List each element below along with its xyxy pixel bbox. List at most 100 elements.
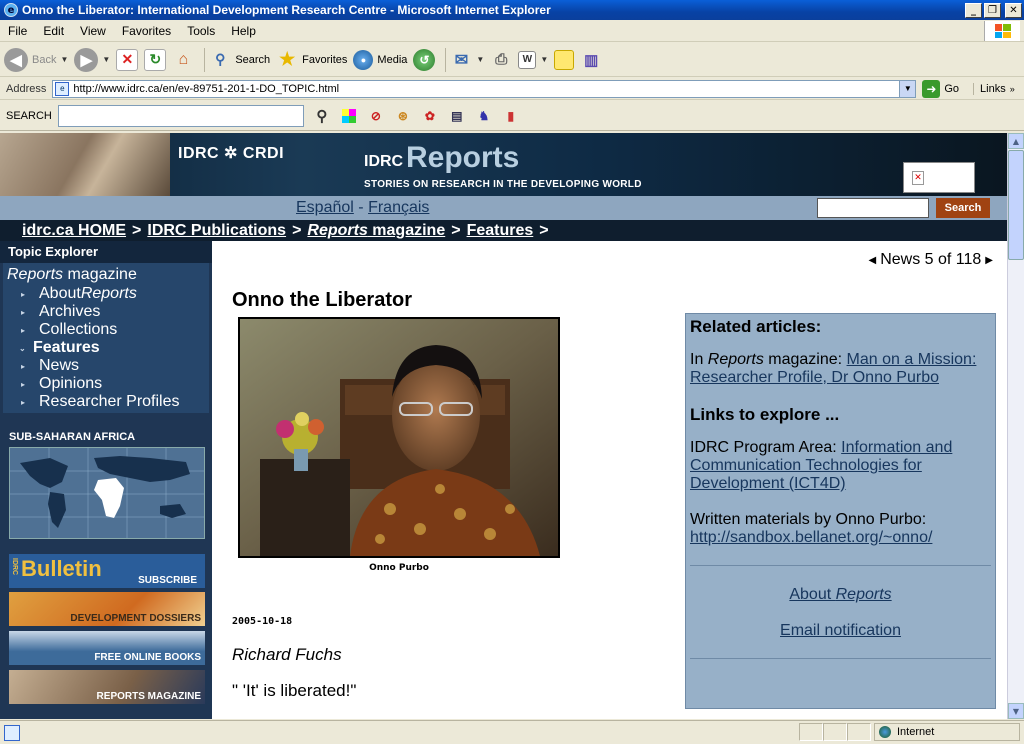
popup-blocker-icon[interactable]: ⊘: [367, 107, 385, 125]
language-bar: Español - Français Search: [0, 196, 1007, 220]
link-francais[interactable]: Français: [368, 199, 429, 216]
back-button[interactable]: ◀ Back ▼: [4, 46, 68, 74]
globe-icon: [879, 726, 891, 738]
media-button[interactable]: ● Media: [353, 46, 407, 74]
cookies-icon[interactable]: ✿: [421, 107, 439, 125]
menu-help[interactable]: Help: [223, 24, 264, 38]
home-button[interactable]: ⌂: [172, 46, 194, 74]
related-articles-box: Related articles: In Reports magazine: M…: [685, 313, 996, 709]
bullet-icon: ▸: [21, 379, 26, 389]
promo-bulletin[interactable]: IDRC Bulletin SUBSCRIBE: [9, 554, 205, 588]
scroll-thumb[interactable]: [1008, 150, 1024, 260]
promo-development-dossiers[interactable]: DEVELOPMENT DOSSIERS: [9, 592, 205, 626]
nav-item-opinions[interactable]: ▸ Opinions: [21, 375, 180, 393]
search-toolbar-input[interactable]: [57, 104, 304, 127]
address-url[interactable]: http://www.idrc.ca/en/ev-89751-201-1-DO_…: [73, 83, 899, 95]
promo-reports-magazine[interactable]: REPORTS MAGAZINE: [9, 670, 205, 704]
minimize-button[interactable]: _: [965, 2, 982, 18]
messenger-button[interactable]: ▥: [580, 46, 602, 74]
page-viewport: IDRC ✲ CRDI IDRC Reports STORIES ON RESE…: [0, 133, 1007, 719]
reports-magazine-section: Reports magazine ▸ About Reports ▸ Archive…: [3, 263, 209, 413]
note-icon: [554, 49, 575, 70]
menu-edit[interactable]: Edit: [35, 24, 72, 38]
chevron-down-icon[interactable]: ▼: [899, 80, 916, 97]
links-to-explore-heading: Links to explore ...: [690, 405, 840, 424]
chevron-right-icon[interactable]: »: [1010, 84, 1015, 94]
go-button[interactable]: ➜ Go: [922, 79, 959, 98]
close-button[interactable]: ✕: [1005, 2, 1022, 18]
link-bellanet-onno[interactable]: http://sandbox.bellanet.org/~onno/: [690, 529, 932, 546]
highlight-icon[interactable]: [340, 107, 358, 125]
mail-button[interactable]: ✉ ▼: [450, 46, 485, 74]
idrc-crdi-logo[interactable]: IDRC ✲ CRDI: [178, 143, 284, 163]
popup-allow-icon[interactable]: ⊛: [394, 107, 412, 125]
links-button[interactable]: Links: [973, 82, 1006, 95]
search-button[interactable]: ⚲ Search: [209, 46, 270, 74]
crumb-idrc-publications[interactable]: IDRC Publications: [147, 222, 286, 240]
reports-logo[interactable]: Reports: [406, 141, 519, 175]
crumb-features[interactable]: Features: [467, 222, 534, 240]
history-button[interactable]: ↺: [413, 46, 436, 74]
print-button[interactable]: ⎙: [490, 46, 512, 74]
link-espanol[interactable]: Español: [296, 199, 354, 216]
reports-magazine-link[interactable]: Reports magazine: [7, 266, 137, 284]
nav-item-about-reports[interactable]: ▸ About Reports: [21, 285, 180, 303]
refresh-button[interactable]: ↻: [144, 46, 167, 74]
scroll-down-icon[interactable]: ▼: [1008, 703, 1024, 719]
scroll-up-icon[interactable]: ▲: [1008, 133, 1024, 149]
broken-image-icon: ✕: [912, 171, 924, 185]
discuss-button[interactable]: [554, 46, 575, 74]
promo-free-online-books[interactable]: FREE ONLINE BOOKS: [9, 631, 205, 665]
status-cell: [847, 723, 871, 741]
article-author: Richard Fuchs: [232, 645, 342, 664]
region-label: SUB-SAHARAN AFRICA: [9, 431, 136, 443]
chevron-down-icon: ▼: [476, 55, 485, 64]
stop-icon: ✕: [116, 48, 139, 71]
edit-button[interactable]: W ▼: [518, 46, 548, 74]
site-search-input[interactable]: [817, 198, 929, 218]
nav-item-collections[interactable]: ▸ Collections: [21, 321, 180, 339]
broken-image-placeholder[interactable]: ✕: [903, 162, 975, 193]
magnifier-icon[interactable]: ⚲: [313, 107, 331, 125]
mail-icon: ✉: [454, 51, 469, 69]
nav-item-news[interactable]: ▸ News: [21, 357, 180, 375]
windows-logo-icon: [984, 21, 1020, 41]
favorites-button[interactable]: ★ Favorites: [276, 46, 347, 74]
home-icon: ⌂: [178, 50, 189, 68]
ie-icon: e: [4, 3, 18, 17]
next-arrow-icon[interactable]: ▶: [985, 255, 993, 266]
vertical-scrollbar[interactable]: ▲ ▼: [1007, 133, 1024, 719]
divider: [690, 658, 991, 659]
star-icon: ★: [279, 49, 296, 69]
forward-button[interactable]: ▶ ▼: [74, 46, 110, 74]
status-bar: Internet: [0, 720, 1024, 744]
crumb-reports-magazine[interactable]: Reports magazine: [307, 222, 445, 240]
site-search-button[interactable]: Search: [936, 198, 990, 218]
link-email-notification[interactable]: Email notification: [780, 622, 901, 639]
stats-icon[interactable]: ▮: [502, 107, 520, 125]
nav-item-researcher-profiles[interactable]: ▸ Researcher Profiles: [21, 393, 180, 411]
maximize-button[interactable]: ❐: [984, 2, 1001, 18]
form-fill-icon[interactable]: ▤: [448, 107, 466, 125]
crumb-idrc-home[interactable]: idrc.ca HOME: [22, 222, 126, 240]
address-input[interactable]: e http://www.idrc.ca/en/ev-89751-201-1-D…: [52, 79, 917, 98]
spyware-icon[interactable]: ♞: [475, 107, 493, 125]
site-banner: IDRC ✲ CRDI IDRC Reports STORIES ON RESE…: [0, 133, 1007, 196]
menu-tools[interactable]: Tools: [179, 24, 223, 38]
nav-item-features[interactable]: ⌄ Features: [19, 339, 180, 357]
menu-file[interactable]: File: [0, 24, 35, 38]
page-icon: e: [55, 81, 70, 96]
address-label: Address: [6, 82, 47, 95]
reports-tagline: STORIES ON RESEARCH IN THE DEVELOPING WO…: [364, 179, 642, 190]
previous-arrow-icon[interactable]: ◀: [869, 255, 877, 266]
stop-button[interactable]: ✕: [116, 46, 139, 74]
world-map-image[interactable]: [9, 447, 205, 539]
bullet-icon: ▸: [21, 325, 26, 335]
nav-item-archives[interactable]: ▸ Archives: [21, 303, 180, 321]
link-about-reports[interactable]: About Reports: [789, 586, 891, 603]
forward-arrow-icon: ▶: [74, 47, 99, 72]
menu-view[interactable]: View: [72, 24, 114, 38]
search-toolbar: SEARCH ⚲ ⊘ ⊛ ✿ ▤ ♞ ▮: [0, 101, 1024, 131]
menu-favorites[interactable]: Favorites: [114, 24, 179, 38]
history-icon: ↺: [413, 48, 436, 71]
